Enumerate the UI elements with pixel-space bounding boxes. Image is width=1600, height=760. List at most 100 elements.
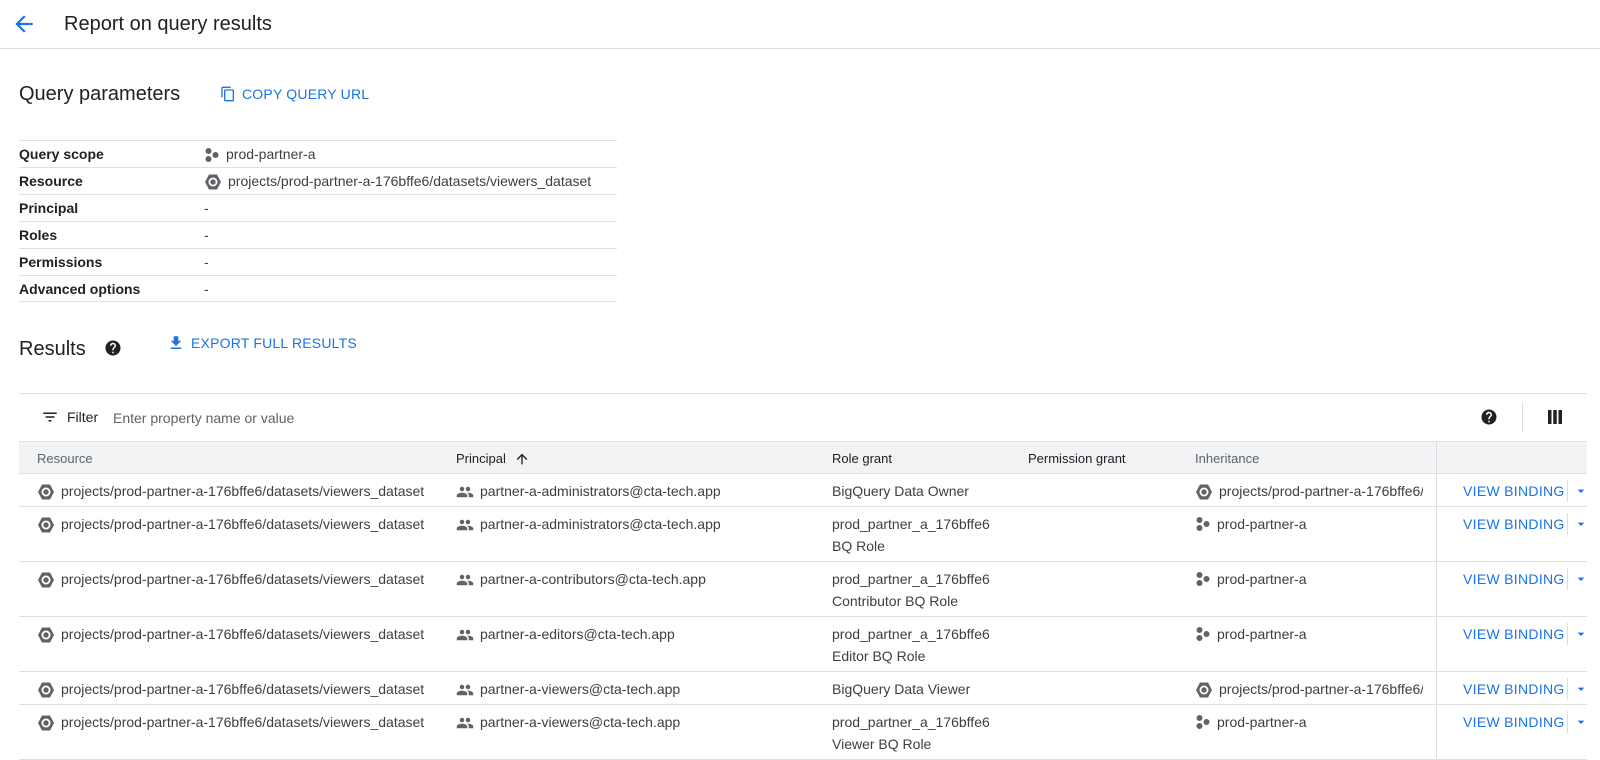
view-binding-menu-button[interactable]	[1573, 516, 1589, 535]
table-body: projects/prod-partner-a-176bffe6/dataset…	[19, 474, 1587, 760]
results-help-button[interactable]	[104, 339, 122, 357]
table-row: projects/prod-partner-a-176bffe6/dataset…	[19, 562, 1587, 617]
help-icon	[105, 340, 121, 356]
column-header-principal[interactable]: Principal	[456, 442, 530, 475]
cell-text: projects/prod-partner-a-176bffe6/dataset…	[61, 626, 425, 642]
column-display-button[interactable]	[1546, 408, 1564, 431]
bigquery-icon	[38, 627, 54, 643]
cell-role-grant: prod_partner_a_176bffe6 Contributor BQ R…	[832, 570, 1007, 612]
param-key: Permissions	[19, 254, 103, 270]
table-help-button[interactable]	[1480, 408, 1498, 431]
project-icon	[1196, 627, 1210, 641]
view-binding-button[interactable]: VIEW BINDING	[1463, 713, 1565, 732]
results-title: Results	[19, 338, 86, 360]
view-binding-button[interactable]: VIEW BINDING	[1463, 680, 1565, 699]
group-icon	[456, 717, 474, 729]
param-row-permissions: Permissions -	[19, 248, 617, 275]
filter-button[interactable]: Filter	[41, 408, 98, 426]
arrow-drop-down-icon	[1577, 577, 1585, 581]
arrow-drop-down-icon	[1577, 720, 1585, 724]
group-icon	[456, 684, 474, 696]
download-icon	[170, 336, 182, 349]
view-binding-button[interactable]: VIEW BINDING	[1463, 625, 1565, 644]
view-binding-divider	[1567, 568, 1568, 590]
group-icon	[456, 629, 474, 641]
param-value-text: projects/prod-partner-a-176bffe6/dataset…	[228, 173, 592, 189]
bigquery-icon	[38, 484, 54, 500]
cell-text: projects/prod-partner-a-176bffe6/dataset…	[61, 483, 425, 499]
cell-inheritance: prod-partner-a	[1195, 713, 1423, 732]
view-binding-menu-button[interactable]	[1573, 483, 1589, 502]
bigquery-icon	[38, 572, 54, 588]
param-row-resource: Resource projects/prod-partner-a-176bffe…	[19, 167, 617, 194]
view-binding-divider	[1567, 513, 1568, 535]
column-header-inheritance[interactable]: Inheritance	[1195, 442, 1259, 475]
view-binding-menu-button[interactable]	[1573, 714, 1589, 733]
param-key: Resource	[19, 173, 83, 189]
cell-resource: projects/prod-partner-a-176bffe6/dataset…	[37, 713, 424, 732]
column-header-label: Role grant	[832, 451, 892, 466]
param-key: Advanced options	[19, 280, 141, 297]
param-value: -	[204, 200, 209, 216]
cell-principal: partner-a-viewers@cta-tech.app	[456, 713, 680, 732]
view-binding-button[interactable]: VIEW BINDING	[1463, 570, 1565, 589]
cell-inheritance: prod-partner-a	[1195, 515, 1423, 534]
table-row: projects/prod-partner-a-176bffe6/dataset…	[19, 617, 1587, 672]
param-value: -	[204, 254, 209, 270]
sort-ascending-icon	[516, 453, 528, 464]
cell-text: projects/prod-partner-a-176bffe6/dataset…	[61, 571, 425, 587]
arrow-back-icon	[15, 15, 33, 33]
param-row-roles: Roles -	[19, 221, 617, 248]
arrow-drop-down-icon	[1577, 632, 1585, 636]
column-header-role-grant[interactable]: Role grant	[832, 442, 892, 475]
view-binding-divider	[1567, 678, 1568, 700]
project-icon	[1196, 715, 1210, 729]
column-header-resource[interactable]: Resource	[37, 442, 93, 475]
bigquery-icon	[205, 174, 221, 189]
cell-text: prod-partner-a	[1217, 516, 1307, 532]
cell-role-grant: prod_partner_a_176bffe6 Viewer BQ Role	[832, 713, 1007, 755]
param-key: Roles	[19, 227, 58, 243]
column-header-label: Resource	[37, 451, 93, 466]
bigquery-icon	[38, 517, 54, 533]
cell-resource: projects/prod-partner-a-176bffe6/dataset…	[37, 680, 424, 699]
view-binding-menu-button[interactable]	[1573, 626, 1589, 645]
copy-query-url-label: COPY QUERY URL	[242, 86, 370, 102]
view-binding-menu-button[interactable]	[1573, 681, 1589, 700]
view-binding-divider	[1567, 480, 1568, 502]
view-binding-button[interactable]: VIEW BINDING	[1463, 482, 1565, 501]
cell-text: partner-a-administrators@cta-tech.app	[480, 483, 721, 499]
group-icon	[456, 574, 474, 586]
view-binding-menu-button[interactable]	[1573, 571, 1589, 590]
copy-icon	[221, 86, 234, 102]
table-header: Resource Principal Role grant Permission…	[19, 441, 1587, 474]
filter-input[interactable]	[111, 403, 1311, 433]
cell-text: partner-a-contributors@cta-tech.app	[480, 571, 706, 587]
param-row-principal: Principal -	[19, 194, 617, 221]
cell-text: prod-partner-a	[1217, 626, 1307, 642]
cell-text: prod_partner_a_176bffe6 BQ Role	[832, 516, 990, 554]
cell-text: partner-a-administrators@cta-tech.app	[480, 516, 721, 532]
results-table: Filter Resource Principal Role grant Per…	[19, 393, 1587, 760]
group-icon	[456, 486, 474, 498]
bigquery-icon	[1196, 682, 1212, 698]
cell-role-grant: BigQuery Data Viewer	[832, 680, 1007, 700]
view-binding-divider	[1567, 623, 1568, 645]
param-value: projects/prod-partner-a-176bffe6/dataset…	[204, 172, 591, 191]
cell-text: partner-a-editors@cta-tech.app	[480, 626, 675, 642]
cell-principal: partner-a-contributors@cta-tech.app	[456, 570, 706, 589]
column-header-permission-grant[interactable]: Permission grant	[1028, 442, 1126, 475]
view-binding-button[interactable]: VIEW BINDING	[1463, 515, 1565, 534]
arrow-drop-down-icon	[1577, 522, 1585, 526]
param-key: Query scope	[19, 146, 104, 162]
back-button[interactable]	[11, 11, 37, 37]
table-row: projects/prod-partner-a-176bffe6/dataset…	[19, 474, 1587, 507]
param-row-advanced-options: Advanced options -	[19, 275, 617, 302]
cell-text: BigQuery Data Owner	[832, 483, 969, 499]
arrow-drop-down-icon	[1577, 489, 1585, 493]
copy-query-url-button[interactable]: COPY QUERY URL	[220, 86, 369, 102]
filter-icon	[43, 412, 57, 422]
export-full-results-button[interactable]: EXPORT FULL RESULTS	[167, 334, 357, 352]
cell-text: prod_partner_a_176bffe6 Viewer BQ Role	[832, 714, 990, 752]
cell-text: prod-partner-a	[1217, 714, 1307, 730]
